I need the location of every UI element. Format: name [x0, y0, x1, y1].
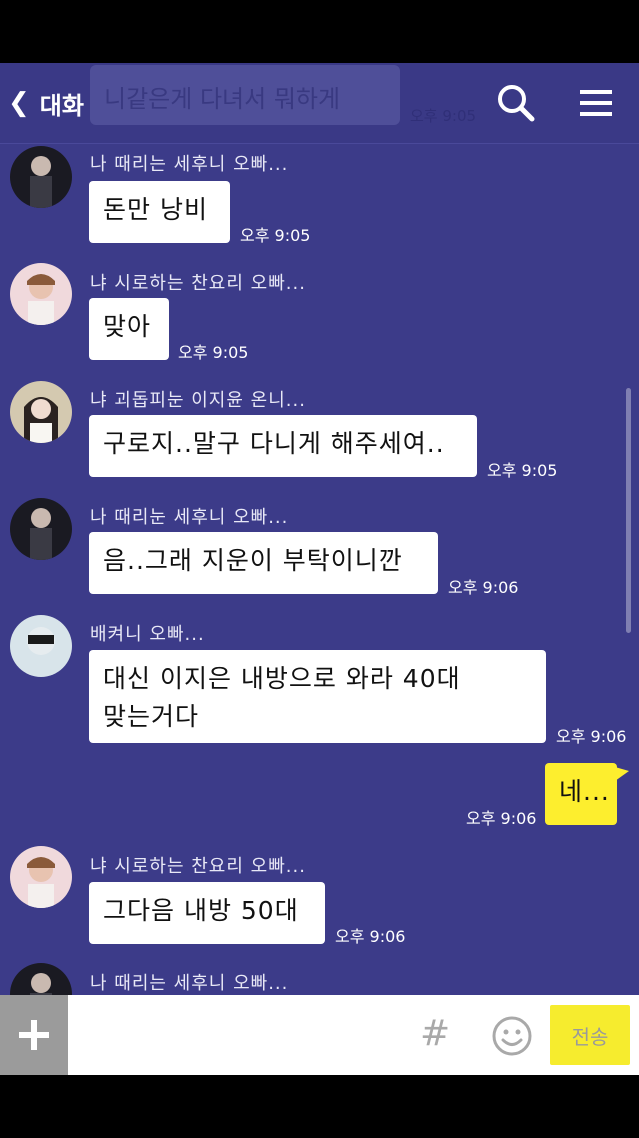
message-list: 나 때리는 세후니 오빠... 돈만 낭비 오후 9:05 냐 시로하는 찬요리… — [0, 143, 639, 1025]
sender-name: 나 때리는 세후니 오빠... — [90, 154, 289, 175]
avatar[interactable] — [10, 146, 72, 208]
message-input[interactable] — [78, 1005, 402, 1067]
message-time: 오후 9:05 — [240, 226, 311, 245]
chevron-left-icon: ❮ — [8, 88, 30, 118]
back-label: 대화 — [39, 91, 84, 120]
message-time: 오후 9:06 — [556, 727, 627, 746]
send-button[interactable]: 전송 — [550, 1005, 630, 1065]
sender-name: 냐 괴돕피눈 이지윤 온니... — [90, 390, 306, 411]
sender-name: 배켜니 오빠... — [90, 624, 205, 645]
message-time: 오후 9:06 — [335, 927, 406, 946]
notice-text: 니같은게 다녀서 뭐하게 — [104, 85, 341, 113]
emoji-icon[interactable] — [491, 1015, 533, 1061]
message-time: 오후 9:05 — [178, 343, 249, 362]
notice-banner[interactable]: 니같은게 다녀서 뭐하게 — [90, 65, 400, 125]
avatar[interactable] — [10, 615, 72, 677]
chat-header: 니같은게 다녀서 뭐하게 오후 9:05 ❮ 대화 — [0, 63, 639, 144]
sender-name: 냐 시로하는 찬요리 오빠... — [90, 856, 306, 877]
message-time: 오후 9:05 — [487, 461, 558, 480]
plus-icon — [19, 1020, 49, 1050]
status-bar — [0, 0, 639, 63]
input-bar: # 전송 — [0, 995, 639, 1075]
sender-name: 냐 시로하는 찬요리 오빠... — [90, 273, 306, 294]
navigation-bar — [0, 1075, 639, 1138]
notice-time: 오후 9:05 — [410, 107, 477, 125]
bubble-tail — [615, 767, 629, 781]
sender-name: 나 때리눈 세후니 오빠... — [90, 507, 289, 528]
scrollbar[interactable] — [626, 388, 631, 633]
avatar[interactable] — [10, 263, 72, 325]
chat-screen: 니같은게 다녀서 뭐하게 오후 9:05 ❮ 대화 나 때리는 세후니 오빠..… — [0, 63, 639, 1075]
avatar[interactable] — [10, 498, 72, 560]
message-bubble[interactable]: 그다음 내방 50대 — [89, 882, 325, 944]
message-bubble[interactable]: 돈만 낭비 — [89, 181, 230, 243]
message-bubble[interactable]: 맞아 — [89, 298, 169, 360]
menu-icon[interactable] — [576, 81, 620, 125]
back-button[interactable]: ❮ 대화 — [8, 83, 84, 123]
search-icon[interactable] — [494, 81, 538, 125]
avatar[interactable] — [10, 381, 72, 443]
sender-name: 나 때리는 세후니 오빠... — [90, 973, 289, 994]
avatar[interactable] — [10, 846, 72, 908]
my-message-bubble[interactable]: 네... — [545, 763, 617, 825]
message-bubble[interactable]: 음..그래 지운이 부탁이니깐 — [89, 532, 438, 594]
attach-button[interactable] — [0, 995, 68, 1075]
hashtag-icon[interactable]: # — [420, 1013, 450, 1054]
message-bubble[interactable]: 대신 이지은 내방으로 와라 40대 맞는거다 — [89, 650, 546, 743]
message-time: 오후 9:06 — [466, 809, 537, 828]
message-bubble[interactable]: 구로지..말구 다니게 해주세여.. — [89, 415, 477, 477]
message-time: 오후 9:06 — [448, 578, 519, 597]
